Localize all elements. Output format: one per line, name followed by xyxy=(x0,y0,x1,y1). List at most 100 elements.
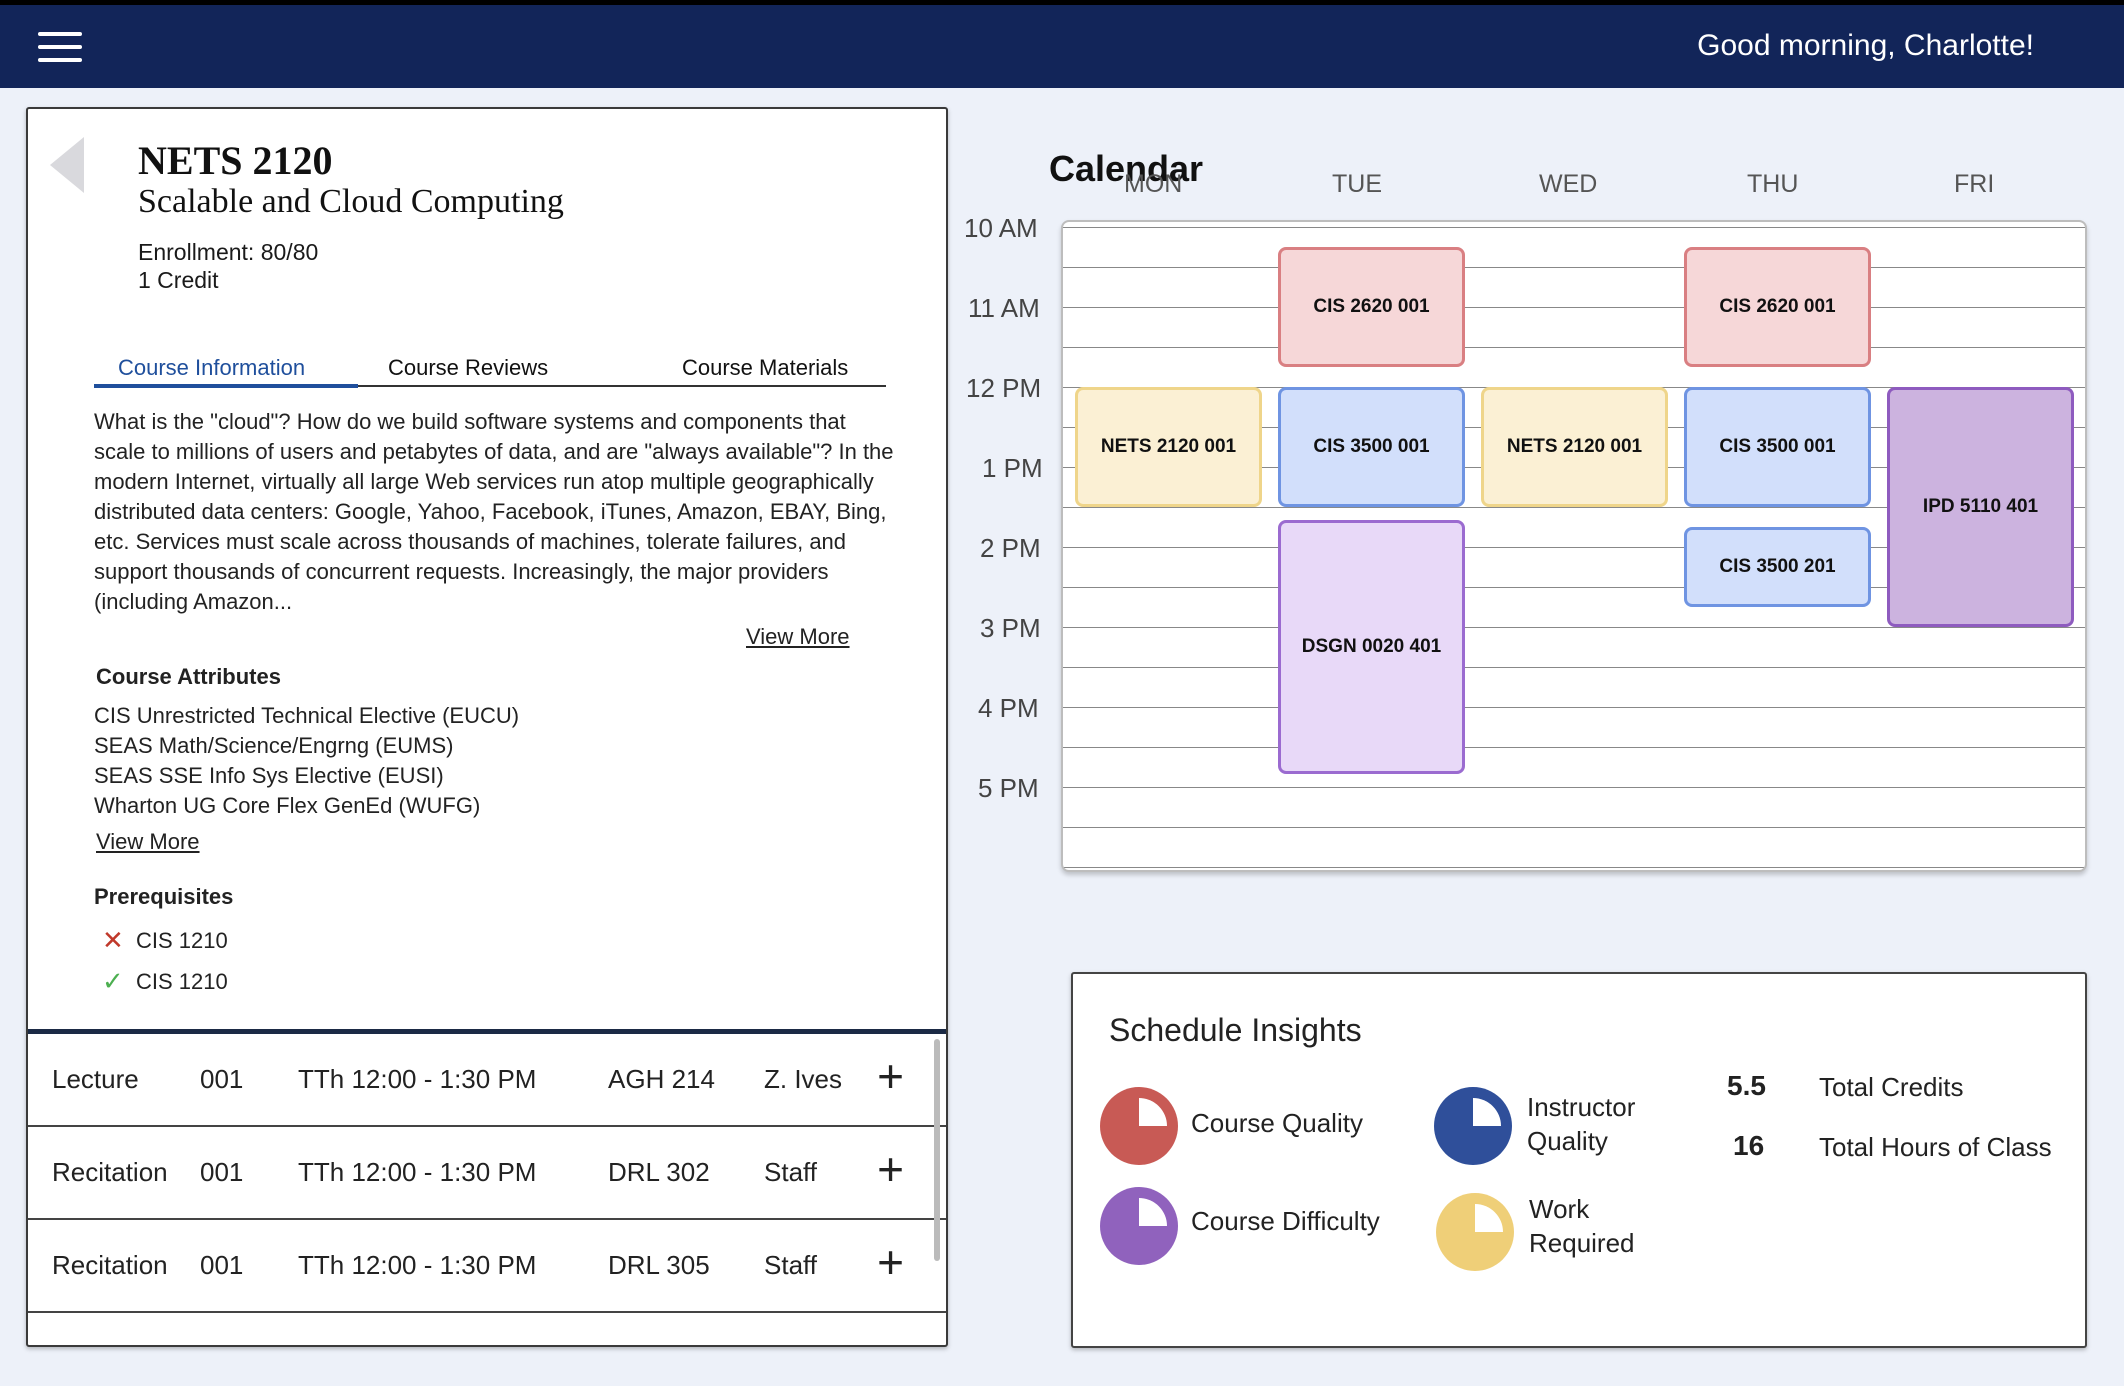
section-time: TTh 12:00 - 1:30 PM xyxy=(298,1250,537,1280)
section-instructor: Staff xyxy=(764,1250,818,1280)
sections-scrollbar[interactable] xyxy=(934,1039,940,1261)
time-label: 10 AM xyxy=(964,213,1038,243)
calendar-grid-line xyxy=(1063,667,2085,668)
day-header-mon: MON xyxy=(1124,170,1183,198)
calendar-event[interactable]: NETS 2120 001 xyxy=(1075,387,1262,507)
course-attributes-list: CIS Unrestricted Technical Elective (EUC… xyxy=(94,701,519,821)
prerequisite-item: ✕ CIS 1210 xyxy=(102,925,228,956)
section-instructor: Z. Ives xyxy=(764,1064,843,1094)
prerequisite-item: ✓ CIS 1210 xyxy=(102,966,228,997)
section-row: Recitation 001 TTh 12:00 - 1:30 PM DRL 3… xyxy=(28,1220,946,1313)
calendar-grid-line xyxy=(1063,867,2085,868)
course-attributes-heading: Course Attributes xyxy=(96,664,281,689)
menu-icon[interactable] xyxy=(38,32,82,66)
day-header-wed: WED xyxy=(1539,170,1598,198)
insights-title: Schedule Insights xyxy=(1109,1012,1362,1048)
section-row: Lecture 001 TTh 12:00 - 1:30 PM AGH 214 … xyxy=(28,1034,946,1127)
calendar-grid-line xyxy=(1063,347,2085,348)
sections-list: Lecture 001 TTh 12:00 - 1:30 PM AGH 214 … xyxy=(28,1029,946,1313)
instructor-quality-pie-icon xyxy=(1434,1087,1512,1165)
tab-course-information[interactable]: Course Information xyxy=(118,355,305,381)
calendar-event[interactable]: DSGN 0020 401 xyxy=(1278,520,1465,774)
section-row: Recitation 001 TTh 12:00 - 1:30 PM DRL 3… xyxy=(28,1127,946,1220)
active-tab-indicator xyxy=(94,384,358,388)
course-name: Scalable and Cloud Computing xyxy=(138,183,564,220)
total-credits-value: 5.5 xyxy=(1727,1070,1766,1101)
course-difficulty-label: Course Difficulty xyxy=(1191,1206,1380,1236)
section-type: Recitation xyxy=(52,1157,168,1187)
course-code: NETS 2120 xyxy=(138,138,333,183)
instructor-quality-label: Instructor Quality xyxy=(1527,1092,1636,1156)
check-mark-icon: ✓ xyxy=(102,966,124,996)
section-time: TTh 12:00 - 1:30 PM xyxy=(298,1157,537,1187)
prerequisites-heading: Prerequisites xyxy=(94,884,234,909)
calendar-grid-line xyxy=(1063,747,2085,748)
time-label: 3 PM xyxy=(980,613,1041,643)
calendar-grid-line xyxy=(1063,307,2085,308)
total-credits-label: Total Credits xyxy=(1819,1072,1964,1102)
course-detail-panel: NETS 2120 Scalable and Cloud Computing E… xyxy=(26,107,948,1347)
calendar-event[interactable]: CIS 2620 001 xyxy=(1684,247,1871,367)
day-header-fri: FRI xyxy=(1954,170,1995,198)
time-label: 4 PM xyxy=(978,693,1039,723)
calendar-grid: CIS 2620 001 CIS 2620 001 NETS 2120 001 CIS… xyxy=(1061,220,2087,872)
enrollment: Enrollment: 80/80 xyxy=(138,239,319,265)
time-label: 2 PM xyxy=(980,533,1041,563)
prerequisite-name: CIS 1210 xyxy=(136,968,228,994)
course-description: What is the "cloud"? How do we build sof… xyxy=(94,409,894,614)
attribute-item: SEAS SSE Info Sys Elective (EUSI) xyxy=(94,763,444,788)
section-number: 001 xyxy=(200,1250,244,1280)
section-type: Lecture xyxy=(52,1064,139,1094)
attribute-item: CIS Unrestricted Technical Elective (EUC… xyxy=(94,703,520,728)
time-label: 5 PM xyxy=(978,773,1039,803)
calendar-event[interactable]: CIS 3500 001 xyxy=(1684,387,1871,507)
section-room: AGH 214 xyxy=(608,1064,715,1094)
total-hours-value: 16 xyxy=(1733,1130,1765,1161)
section-instructor: Staff xyxy=(764,1157,818,1187)
section-number: 001 xyxy=(200,1064,244,1094)
add-section-icon[interactable]: + xyxy=(877,1146,904,1192)
back-arrow-icon[interactable] xyxy=(50,137,84,193)
view-more-description-link[interactable]: View More xyxy=(746,624,850,650)
section-time: TTh 12:00 - 1:30 PM xyxy=(298,1064,537,1094)
work-required-label: Work Required xyxy=(1529,1194,1635,1258)
day-header-thu: THU xyxy=(1747,170,1799,198)
calendar-grid-line xyxy=(1063,627,2085,628)
attribute-item: Wharton UG Core Flex GenEd (WUFG) xyxy=(94,793,481,818)
tab-course-materials[interactable]: Course Materials xyxy=(682,355,848,381)
credit-count: 1 Credit xyxy=(138,267,219,293)
schedule-insights-panel: Schedule Insights Course Quality Instruc… xyxy=(1071,972,2087,1348)
x-mark-icon: ✕ xyxy=(102,925,124,955)
day-header-tue: TUE xyxy=(1332,170,1382,198)
section-number: 001 xyxy=(200,1157,244,1187)
calendar-event[interactable]: IPD 5110 401 xyxy=(1887,387,2074,627)
add-section-icon[interactable]: + xyxy=(877,1053,904,1099)
tab-course-reviews[interactable]: Course Reviews xyxy=(388,355,548,381)
view-more-attributes-link[interactable]: View More xyxy=(96,829,200,855)
calendar-event[interactable]: CIS 3500 201 xyxy=(1684,527,1871,607)
course-quality-pie-icon xyxy=(1100,1087,1178,1165)
time-label: 1 PM xyxy=(982,453,1043,483)
calendar-grid-line xyxy=(1063,707,2085,708)
total-hours-label: Total Hours of Class xyxy=(1819,1132,2052,1162)
calendar-grid-line xyxy=(1063,787,2085,788)
calendar-grid-line xyxy=(1063,227,2085,228)
top-bar: Good morning, Charlotte! xyxy=(0,0,2124,88)
course-tabs: Course Information Course Reviews Course… xyxy=(94,349,886,388)
section-type: Recitation xyxy=(52,1250,168,1280)
attribute-item: SEAS Math/Science/Engrng (EUMS) xyxy=(94,733,454,758)
time-label: 11 AM xyxy=(968,293,1040,323)
calendar-event[interactable]: CIS 3500 001 xyxy=(1278,387,1465,507)
time-label: 12 PM xyxy=(966,373,1042,403)
greeting: Good morning, Charlotte! xyxy=(1697,29,2034,62)
prerequisite-name: CIS 1210 xyxy=(136,927,228,953)
calendar-grid-line xyxy=(1063,267,2085,268)
course-quality-label: Course Quality xyxy=(1191,1108,1363,1138)
course-difficulty-pie-icon xyxy=(1100,1187,1178,1265)
calendar-event[interactable]: CIS 2620 001 xyxy=(1278,247,1465,367)
calendar-event[interactable]: NETS 2120 001 xyxy=(1481,387,1668,507)
add-section-icon[interactable]: + xyxy=(877,1239,904,1285)
section-room: DRL 305 xyxy=(608,1250,710,1280)
calendar-grid-line xyxy=(1063,827,2085,828)
section-room: DRL 302 xyxy=(608,1157,710,1187)
